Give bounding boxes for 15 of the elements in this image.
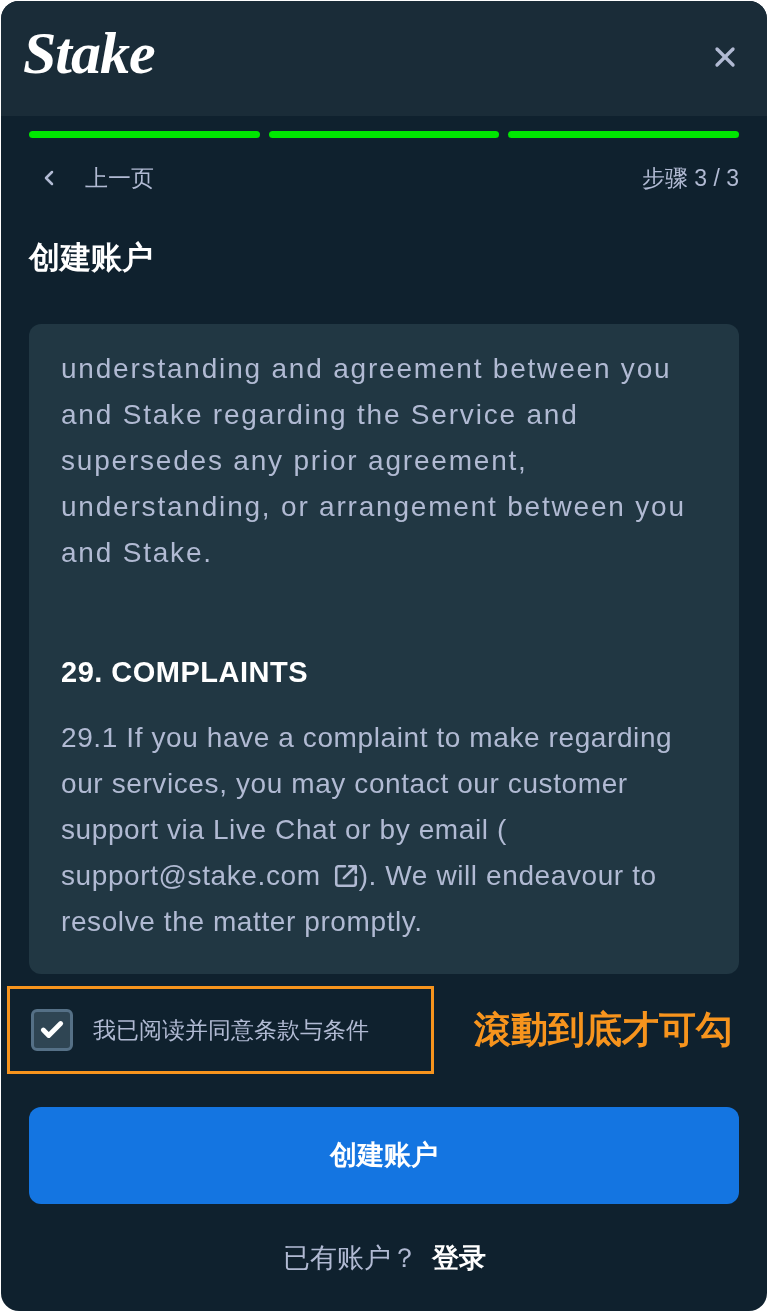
agree-label: 我已阅读并同意条款与条件	[93, 1016, 369, 1045]
terms-paragraph: understanding and agreement between you and Stake regarding the Service and supersedes any prior agreement, understanding, or arrangement between you and Stake.	[61, 352, 687, 570]
login-link[interactable]: 登录	[431, 1241, 486, 1275]
external-link-icon	[332, 863, 359, 889]
page-title: 创建账户	[27, 239, 154, 277]
email-link[interactable]: support@stake.com	[61, 853, 359, 899]
create-account-button[interactable]: 创建账户	[29, 1107, 739, 1204]
login-prompt: 已有账户？	[282, 1242, 418, 1275]
back-button[interactable]: 上一页	[29, 163, 154, 193]
agree-checkbox[interactable]	[31, 1009, 73, 1051]
step-counter: 步骤 3 / 3	[641, 164, 739, 193]
complaint-text: 29.1 If you have a complaint to make regarding our services, you may contact our customer support via Live Chat or by email ( support@stake.com ). We will endeavour to resolve the matter promptly.	[61, 721, 674, 939]
logo[interactable]: Stake	[23, 19, 155, 86]
section-heading: 29. COMPLAINTS	[61, 655, 310, 690]
annotation-note: 滾動到底才可勾	[473, 1008, 734, 1052]
